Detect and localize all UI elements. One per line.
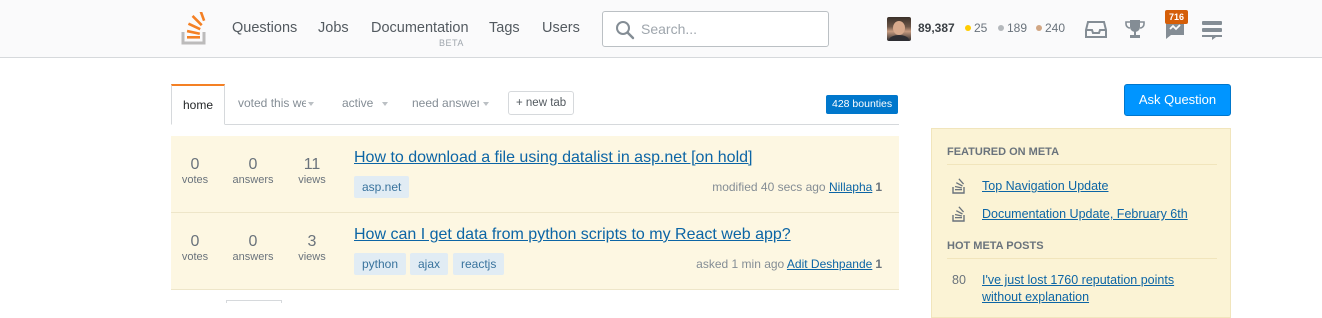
featured-link[interactable]: Top Navigation Update xyxy=(982,179,1108,193)
question-title[interactable]: How can I get data from python scripts t… xyxy=(354,226,791,244)
meta-sidebar: FEATURED ON META Top Navigation Update D… xyxy=(931,128,1231,318)
user-reputation: 1 xyxy=(875,257,882,271)
vote-count: 0 votes xyxy=(181,233,209,263)
top-bar: Questions Jobs Documentation BETA Tags U… xyxy=(0,0,1322,58)
tab-active-label: active xyxy=(342,96,374,110)
question-tabs: home voted this week active need answers… xyxy=(171,84,899,125)
answer-count: 0 answers xyxy=(232,156,274,186)
user-link[interactable]: Nillapha xyxy=(829,180,872,194)
question-row: 0 votes 0 answers 3 views How can I get dat… xyxy=(171,213,899,290)
answer-count: 0 answers xyxy=(232,233,274,263)
tag[interactable]: asp.net xyxy=(354,176,410,198)
tab-need-answers-label: need answers xyxy=(412,96,479,110)
stackoverflow-logo-icon[interactable] xyxy=(180,8,210,46)
search-box[interactable] xyxy=(602,11,829,47)
tab-need-answers[interactable]: need answers xyxy=(412,84,494,124)
hot-post-score: 80 xyxy=(952,273,966,287)
beta-badge: BETA xyxy=(439,38,464,48)
hot-post-link[interactable]: I've just lost 1760 reputation points wi… xyxy=(982,272,1212,306)
user-reputation: 1 xyxy=(875,180,882,194)
bronze-badge-icon xyxy=(1036,25,1042,31)
question-row: 0 votes 0 answers 11 views How to download … xyxy=(171,136,899,213)
ask-question-button[interactable]: Ask Question xyxy=(1124,84,1231,116)
chevron-down-icon xyxy=(308,102,314,106)
gold-badge-icon xyxy=(965,25,971,31)
vote-count: 0 votes xyxy=(181,156,209,186)
trophy-icon[interactable] xyxy=(1125,18,1145,40)
nav-documentation[interactable]: Documentation xyxy=(371,20,469,36)
stackexchange-icon xyxy=(952,206,965,222)
bronze-badge-count: 240 xyxy=(1045,21,1066,35)
question-action-time: modified 40 secs ago xyxy=(712,180,826,194)
tab-active[interactable]: active xyxy=(342,84,392,124)
tag[interactable]: reactjs xyxy=(453,253,505,275)
hot-meta-heading: HOT META POSTS xyxy=(947,240,1217,259)
stackexchange-icon xyxy=(952,178,965,194)
question-meta: modified 40 secs ago Nillapha 1 xyxy=(712,180,882,194)
gold-badges: 25 xyxy=(965,21,987,35)
question-action-time: asked 1 min ago xyxy=(696,257,785,271)
silver-badge-count: 189 xyxy=(1007,21,1028,35)
review-count-badge: 716 xyxy=(1165,10,1189,24)
avatar[interactable] xyxy=(887,17,911,41)
tab-voted-this-week[interactable]: voted this week xyxy=(238,84,318,124)
search-input[interactable] xyxy=(641,18,821,40)
gold-badge-count: 25 xyxy=(974,21,988,35)
featured-link[interactable]: Documentation Update, February 6th xyxy=(982,207,1188,221)
bounties-badge[interactable]: 428 bounties xyxy=(826,95,899,114)
view-count: 3 views xyxy=(298,233,326,263)
chevron-down-icon xyxy=(382,102,389,106)
reputation: 89,387 xyxy=(918,21,955,35)
nav-users[interactable]: Users xyxy=(542,20,580,36)
tab-home[interactable]: home xyxy=(171,84,225,125)
featured-heading: FEATURED ON META xyxy=(947,146,1217,165)
site-switcher-icon[interactable] xyxy=(1202,20,1222,40)
tab-voted-label: voted this week xyxy=(238,96,306,110)
tag[interactable]: ajax xyxy=(410,253,449,275)
new-tab-button[interactable]: + new tab xyxy=(508,91,575,115)
nav-tags[interactable]: Tags xyxy=(489,20,520,36)
chevron-down-icon xyxy=(483,102,489,106)
nav-jobs[interactable]: Jobs xyxy=(318,20,349,36)
silver-badges: 189 xyxy=(998,21,1027,35)
user-link[interactable]: Adit Deshpande xyxy=(787,257,872,271)
tag[interactable]: python xyxy=(354,253,407,275)
inbox-icon[interactable] xyxy=(1085,18,1107,40)
question-meta: asked 1 min ago Adit Deshpande 1 xyxy=(696,257,882,271)
search-icon xyxy=(616,21,635,40)
question-title[interactable]: How to download a file using datalist in… xyxy=(354,149,752,167)
bronze-badges: 240 xyxy=(1036,21,1065,35)
nav-questions[interactable]: Questions xyxy=(232,20,297,36)
view-count: 11 views xyxy=(298,156,326,186)
silver-badge-icon xyxy=(998,25,1004,31)
